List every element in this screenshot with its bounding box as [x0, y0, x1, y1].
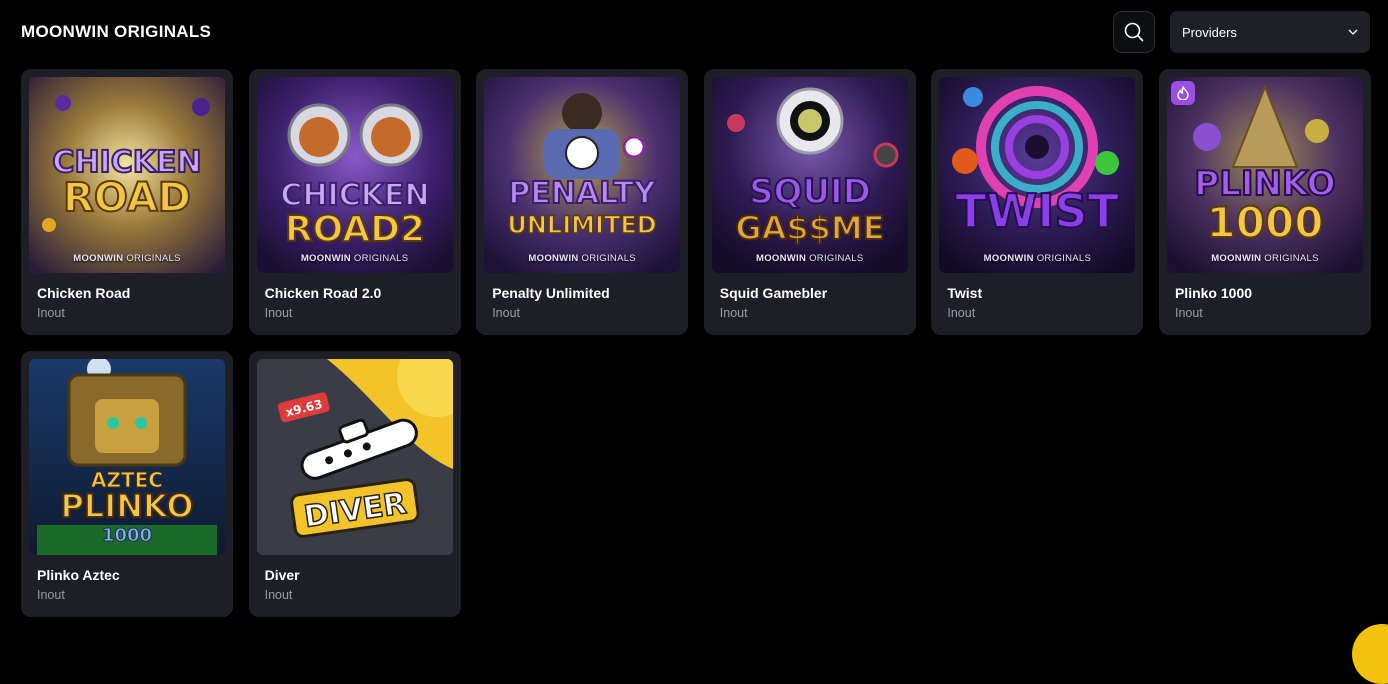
art-subtitle: PLINKO — [60, 487, 193, 525]
header: MOONWIN ORIGINALS Providers — [0, 0, 1388, 64]
game-provider: Inout — [719, 306, 748, 320]
game-provider: Inout — [492, 306, 520, 320]
game-thumbnail[interactable]: CHICKEN ROAD2 MOONWIN ORIGINALS — [256, 77, 453, 273]
game-thumbnail[interactable]: CHICKEN ROAD MOONWIN ORIGINALS — [29, 77, 225, 273]
game-title[interactable]: Chicken Road — [37, 285, 225, 301]
art-subtitle: ROAD — [63, 175, 191, 221]
chevron-down-icon — [1348, 29, 1358, 35]
search-button[interactable] — [1113, 11, 1155, 53]
art-title: CHICKEN — [280, 178, 429, 213]
game-title[interactable]: Plinko 1000 — [1175, 285, 1363, 301]
game-card[interactable]: AZTEC PLINKO 1000 Plinko Aztec Inout — [21, 351, 233, 617]
game-provider: Inout — [37, 306, 65, 320]
game-provider: Inout — [264, 306, 293, 320]
section-title: MOONWIN ORIGINALS — [21, 22, 212, 41]
game-thumbnail[interactable]: AZTEC PLINKO 1000 — [29, 359, 225, 555]
game-provider: Inout — [1174, 306, 1203, 320]
art-number: 1000 — [102, 525, 152, 546]
game-thumbnail[interactable]: SQUID GA$$ME MOONWIN ORIGINALS — [711, 77, 908, 273]
game-card[interactable]: CHICKEN ROAD2 MOONWIN ORIGINALS Chicken … — [248, 69, 461, 335]
providers-dropdown[interactable]: Providers — [1170, 11, 1370, 53]
hot-badge — [1170, 81, 1195, 105]
art-subtitle: GA$$ME — [735, 209, 884, 247]
game-card[interactable]: PENALTY UNLIMITED MOONWIN ORIGINALS Pena… — [476, 69, 689, 335]
art-title: PENALTY — [509, 176, 657, 211]
game-thumbnail[interactable]: PLINKO 1000 MOONWIN ORIGINALS — [1166, 77, 1363, 273]
game-thumbnail[interactable]: TWIST MOONWIN ORIGINALS — [939, 77, 1136, 273]
game-card[interactable]: PLINKO 1000 MOONWIN ORIGINALS Plinko 100… — [1158, 69, 1371, 335]
game-provider: Inout — [37, 588, 65, 602]
game-card[interactable]: x9.63 DIVER Diver Inout — [248, 351, 461, 617]
game-title[interactable]: Diver — [265, 567, 453, 583]
game-title[interactable]: Penalty Unlimited — [492, 285, 680, 301]
game-title[interactable]: Squid Gamebler — [720, 285, 908, 301]
search-icon — [1124, 22, 1144, 42]
game-thumbnail[interactable]: PENALTY UNLIMITED MOONWIN ORIGINALS — [484, 77, 681, 273]
game-card[interactable]: CHICKEN ROAD MOONWIN ORIGINALS Chicken R… — [21, 69, 233, 335]
game-card[interactable]: SQUID GA$$ME MOONWIN ORIGINALS Squid Gam… — [703, 69, 916, 335]
brand-label: MOONWIN ORIGINALS — [73, 253, 181, 264]
games-grid: CHICKEN ROAD MOONWIN ORIGINALS Chicken R… — [21, 69, 1371, 617]
game-card[interactable]: TWIST MOONWIN ORIGINALS Twist Inout — [931, 69, 1144, 335]
game-title[interactable]: Twist — [947, 285, 1135, 301]
brand-label: MOONWIN ORIGINALS — [300, 253, 409, 264]
art-title: SQUID — [749, 172, 871, 212]
brand-label: MOONWIN ORIGINALS — [756, 253, 864, 264]
game-provider: Inout — [947, 306, 976, 320]
flame-icon — [1177, 86, 1189, 100]
game-title[interactable]: Plinko Aztec — [37, 567, 225, 583]
art-title: TWIST — [956, 184, 1120, 238]
art-subtitle: ROAD2 — [285, 209, 425, 250]
game-provider: Inout — [264, 588, 293, 602]
game-title[interactable]: Chicken Road 2.0 — [265, 285, 453, 301]
art-subtitle: 1000 — [1207, 198, 1324, 247]
brand-label: MOONWIN ORIGINALS — [1211, 253, 1319, 264]
brand-label: MOONWIN ORIGINALS — [528, 253, 636, 264]
chat-widget-button[interactable] — [1352, 624, 1388, 684]
providers-label: Providers — [1182, 24, 1237, 40]
art-subtitle: UNLIMITED — [508, 211, 657, 239]
game-thumbnail[interactable]: x9.63 DIVER — [256, 359, 453, 555]
brand-label: MOONWIN ORIGINALS — [983, 253, 1092, 264]
